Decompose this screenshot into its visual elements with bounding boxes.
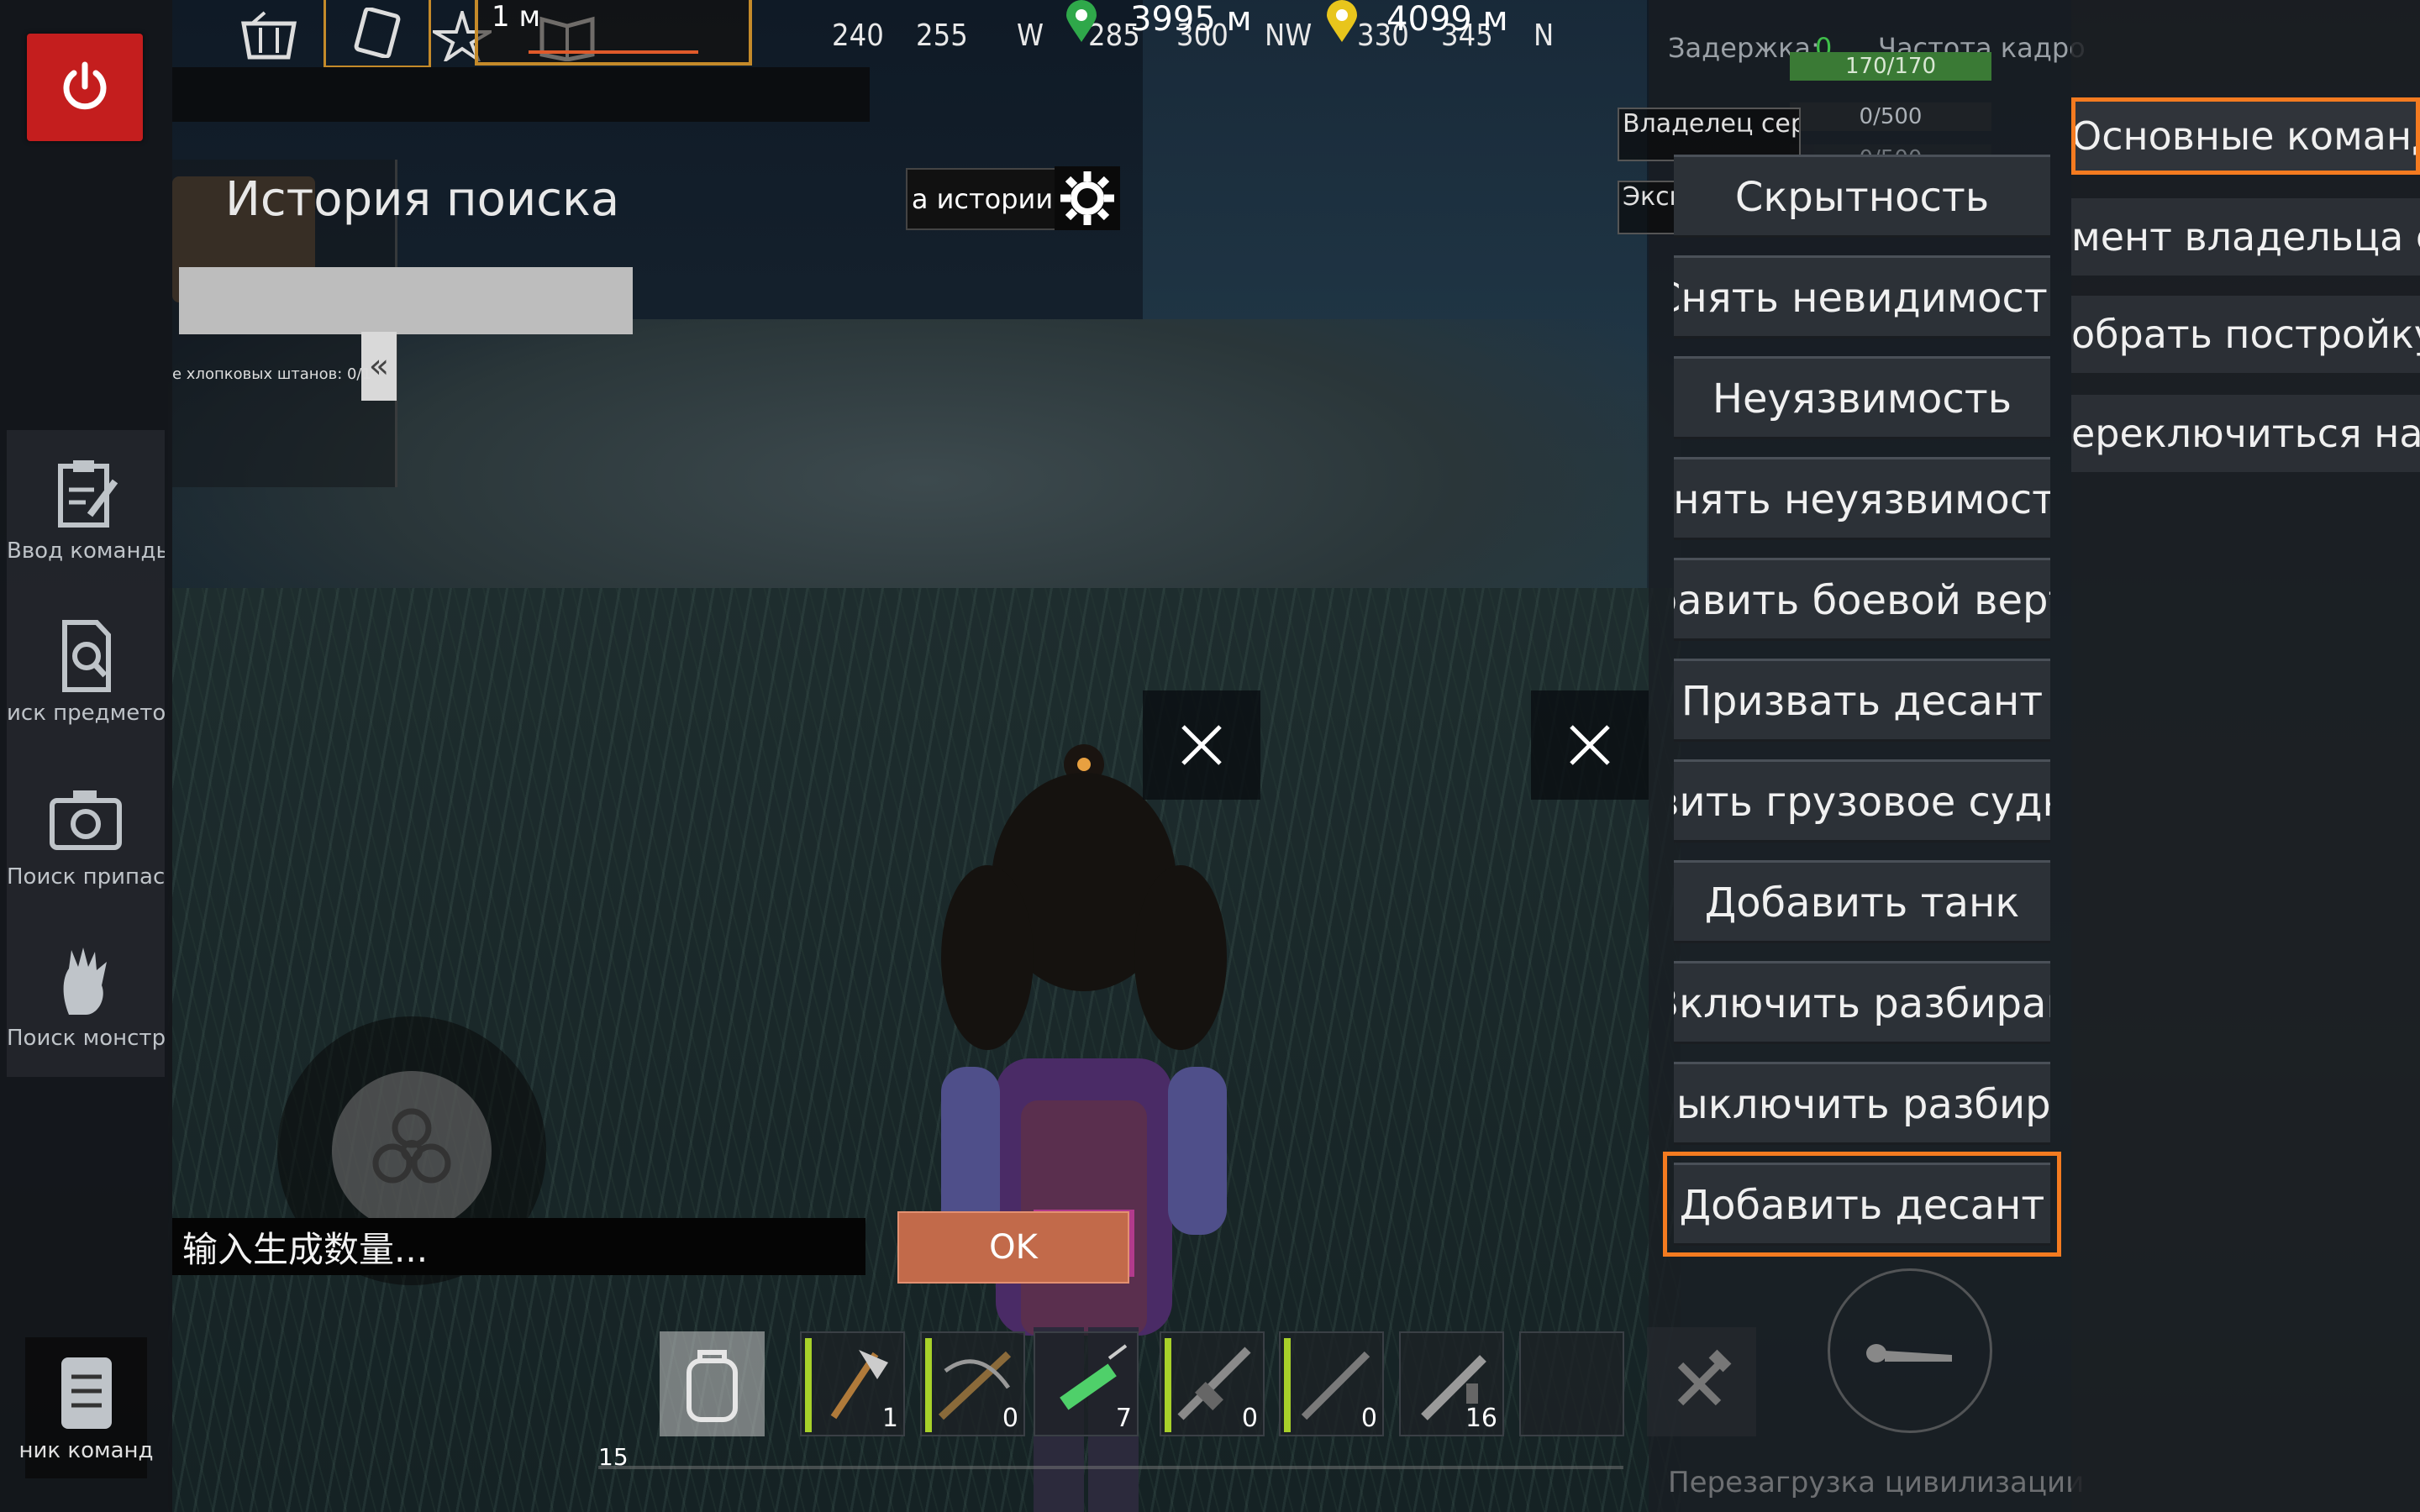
sidebar-item-item-search[interactable]: иск предметов <box>7 590 165 753</box>
command-add-helicopter-button[interactable]: бавить боевой верт <box>1674 558 2050 641</box>
slot-count: 0 <box>1241 1404 1258 1433</box>
command-disable-dismantle-button[interactable]: Выключить разбира <box>1674 1062 2050 1145</box>
command-add-tank-button[interactable]: Добавить танк <box>1674 860 2050 943</box>
slot-count: 7 <box>1115 1404 1132 1433</box>
hotbar-slot[interactable]: 0 <box>1279 1331 1384 1436</box>
category-owner-tools[interactable]: мент владельца с <box>2071 198 2420 276</box>
search-history-title: История поиска <box>225 172 620 227</box>
command-list-button[interactable]: ник команд <box>19 1337 154 1478</box>
compass-tick: NW <box>1265 18 1313 53</box>
command-remove-invulnerability-button[interactable]: Снять неуязвимость <box>1674 457 2050 540</box>
backpack-icon <box>687 1350 738 1422</box>
sidebar-item-label: иск предметов <box>7 700 165 726</box>
command-summon-airborne-button[interactable]: Призвать десант <box>1674 659 2050 742</box>
hotbar-slot[interactable]: 16 <box>1399 1331 1504 1436</box>
biohazard-icon <box>372 1108 451 1184</box>
sidebar-item-label: Поиск припасо <box>7 864 165 890</box>
xp-bar <box>598 1466 1623 1469</box>
settings-button[interactable] <box>1055 166 1120 230</box>
prone-pose-icon <box>1866 1344 1952 1362</box>
compass-tick: W <box>1017 18 1044 53</box>
prone-button[interactable] <box>1828 1268 1992 1433</box>
document-search-icon <box>62 619 111 692</box>
sidebar-menu: Ввод команды иск предметов Поиск припасо… <box>7 430 165 1077</box>
hotbar-slot[interactable]: 7 <box>1034 1331 1139 1436</box>
basket-icon[interactable] <box>231 7 307 66</box>
command-remove-invisibility-button[interactable]: Снять невидимость <box>1674 255 2050 339</box>
book-icon[interactable] <box>324 0 431 68</box>
yellow-location-pin-icon <box>1327 0 1357 42</box>
command-list-label: ник команд <box>18 1437 154 1463</box>
slot-count: 0 <box>1360 1404 1377 1433</box>
civilization-reset-text: Перезагрузка цивилизации <box>1668 1466 2085 1499</box>
command-stealth-button[interactable]: Скрытность <box>1674 155 2050 238</box>
close-button[interactable] <box>1531 690 1649 800</box>
slot-count: 1 <box>881 1404 898 1433</box>
command-enable-dismantle-button[interactable]: Включить разбиран <box>1674 961 2050 1044</box>
slot-count: 0 <box>1002 1404 1018 1433</box>
owner-button[interactable]: Владелец сер <box>1618 108 1801 161</box>
monster-hand-icon <box>63 948 107 1015</box>
food-bar: 0/500 <box>1790 102 1991 131</box>
command-add-cargo-ship-button[interactable]: вить грузовое судн <box>1674 759 2050 843</box>
close-icon <box>1570 725 1610 765</box>
power-icon <box>63 61 107 110</box>
build-button[interactable] <box>1647 1327 1756 1436</box>
sidebar-item-supply-search[interactable]: Поиск припасо <box>7 753 165 917</box>
sidebar-item-label: Поиск монстро <box>7 1026 165 1051</box>
hotbar-slot[interactable]: 1 <box>800 1331 905 1436</box>
category-pick-building[interactable]: обрать постройку <box>2071 296 2420 373</box>
green-marker-distance: 3995 м <box>1130 0 1252 39</box>
category-switch-to[interactable]: ереключиться на <box>2071 395 2420 472</box>
joystick-knob[interactable] <box>332 1071 492 1231</box>
compass-tick: 240 <box>832 18 884 53</box>
close-icon <box>1181 725 1222 765</box>
top-distance: 1 м <box>492 0 541 34</box>
hotbar-slot[interactable]: 0 <box>1160 1331 1265 1436</box>
top-bar: 1 м 240 255 W 285 300 NW 330 345 N 3995 … <box>172 0 1702 68</box>
sidebar-item-monster-search[interactable]: Поиск монстро <box>7 917 165 1077</box>
top-dark-bar <box>172 67 870 122</box>
green-location-pin-icon <box>1066 0 1097 42</box>
compass-indicator-line <box>529 50 698 54</box>
camera-search-icon <box>50 790 122 850</box>
yellow-marker-distance: 4099 м <box>1386 0 1508 39</box>
sidebar-item-label: Ввод команды <box>7 538 165 564</box>
compass-tick: N <box>1534 18 1555 53</box>
close-button[interactable] <box>1143 690 1260 800</box>
spawn-quantity-input[interactable]: 输入生成数量... <box>172 1218 865 1275</box>
hotbar-slot-empty[interactable] <box>1519 1331 1624 1436</box>
hotbar-slot[interactable]: 0 <box>920 1331 1025 1436</box>
clear-history-button[interactable]: а истории <box>906 168 1059 230</box>
command-invulnerability-button[interactable]: Неуязвимость <box>1674 356 2050 439</box>
ok-button[interactable]: OK <box>897 1211 1129 1284</box>
backpack-slot[interactable] <box>660 1331 765 1436</box>
power-button[interactable] <box>27 34 143 141</box>
gear-icon <box>1060 171 1114 225</box>
quest-progress-text: е хлопковых штанов: 0/1 <box>172 365 371 383</box>
clipboard-pen-icon <box>58 460 118 528</box>
sidebar-item-command-input[interactable]: Ввод команды <box>7 430 165 590</box>
slot-count: 16 <box>1465 1404 1497 1433</box>
command-add-airborne-button[interactable]: Добавить десант <box>1663 1152 2061 1257</box>
hammer-wrench-icon <box>1677 1349 1732 1406</box>
scroll-list-icon <box>60 1357 112 1429</box>
search-history-input[interactable] <box>179 267 633 334</box>
compass-tick: 255 <box>916 18 968 53</box>
category-basic-commands[interactable]: Основные команды <box>2071 97 2420 175</box>
hp-bar: 170/170 <box>1790 52 1991 81</box>
